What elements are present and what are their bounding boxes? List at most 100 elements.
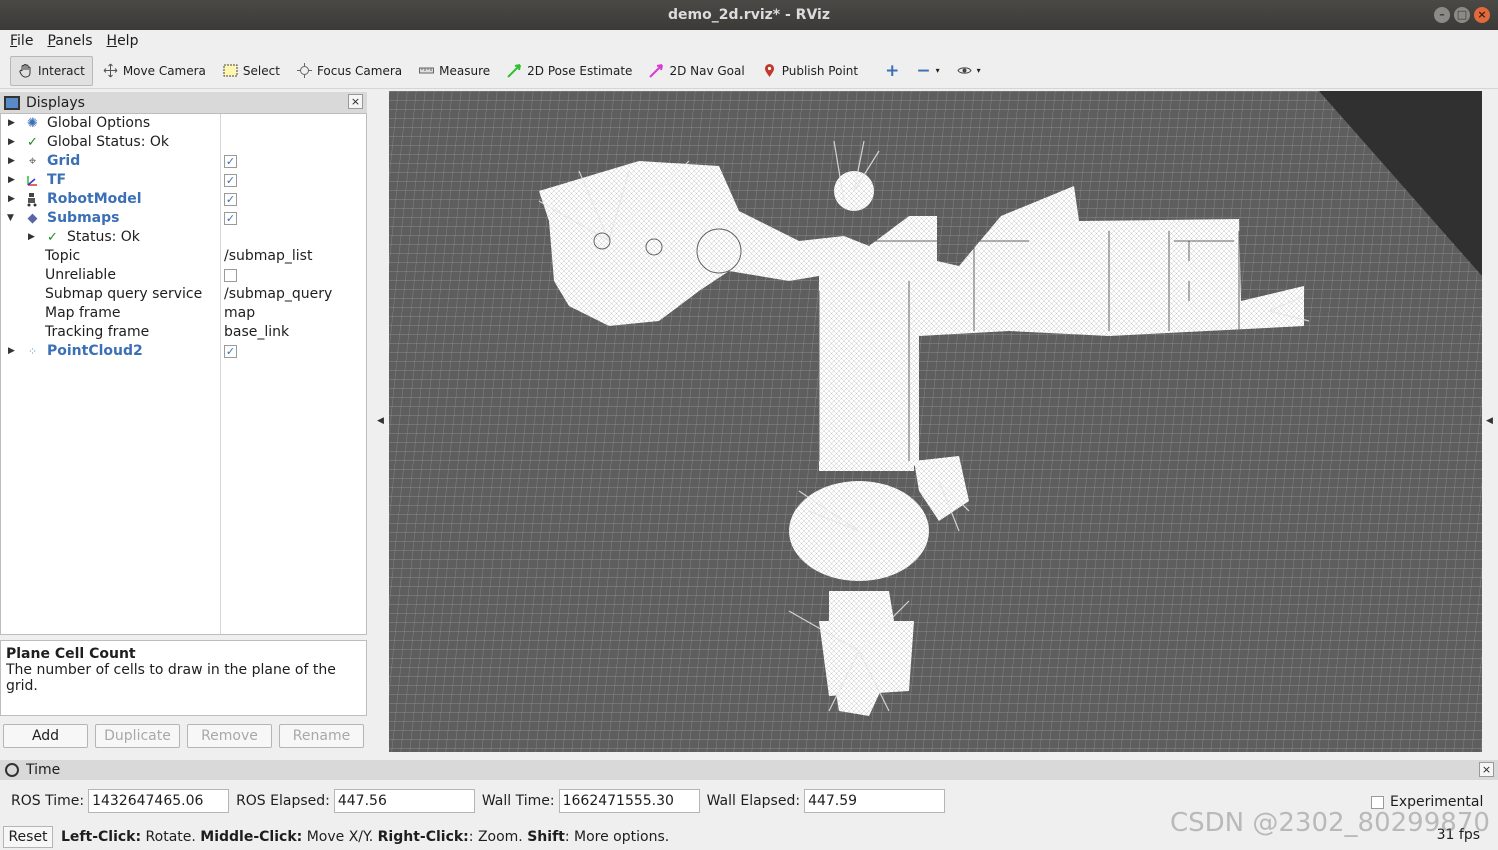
menu-file[interactable]: File (10, 33, 33, 49)
topic-value[interactable]: /submap_list (224, 247, 312, 266)
tool-label: Move Camera (122, 63, 206, 78)
tree-row-global-options[interactable]: ▶ ✺ Global Options (1, 114, 366, 133)
close-button[interactable]: × (1474, 7, 1490, 23)
expand-arrow-icon[interactable]: ▶ (8, 152, 15, 171)
hint-middle-click: Middle-Click: (200, 829, 303, 845)
tree-row-pointcloud2[interactable]: ▶ ⁘ PointCloud2 ✓ (1, 342, 366, 361)
tool-measure[interactable]: Measure (412, 56, 497, 86)
grid-enabled-checkbox[interactable]: ✓ (224, 155, 237, 168)
nav-goal-arrow-icon (649, 63, 664, 78)
hint-move: Move X/Y. (302, 829, 378, 845)
tool-publish-point[interactable]: Publish Point (755, 56, 865, 86)
prop-row-tracking-frame[interactable]: Tracking frame base_link (1, 323, 366, 342)
ros-elapsed-field[interactable]: 447.56 (333, 789, 475, 813)
tree-row-grid[interactable]: ▶ ⌖ Grid ✓ (1, 152, 366, 171)
tool-label: Interact (38, 63, 85, 78)
view-options-button[interactable]: ▾ (950, 56, 988, 86)
unreliable-checkbox[interactable] (224, 269, 237, 282)
status-hint: Left-Click: Rotate. Middle-Click: Move X… (61, 829, 669, 845)
add-button[interactable]: Add (3, 724, 88, 748)
tool-move-camera[interactable]: Move Camera (96, 56, 213, 86)
tf-enabled-checkbox[interactable]: ✓ (224, 174, 237, 187)
maximize-button[interactable]: □ (1454, 7, 1470, 23)
time-title: Time (26, 762, 61, 778)
prop-row-submap-query-service[interactable]: Submap query service /submap_query (1, 285, 366, 304)
remove-button[interactable]: Remove (187, 724, 272, 748)
time-close-button[interactable]: × (1479, 762, 1494, 777)
window-title-bar: demo_2d.rviz* - RViz – □ × (0, 0, 1498, 30)
tree-row-global-status[interactable]: ▶ ✓ Global Status: Ok (1, 133, 366, 152)
minimize-button[interactable]: – (1434, 7, 1450, 23)
experimental-checkbox[interactable] (1371, 795, 1384, 809)
pointcloud2-enabled-checkbox[interactable]: ✓ (224, 345, 237, 358)
hint-left-click: Left-Click: (61, 829, 142, 845)
tree-row-label: TF (47, 172, 67, 188)
watermark: CSDN @2302_80299870 (1170, 808, 1490, 838)
tree-row-label: Status: Ok (67, 229, 140, 245)
expand-arrow-icon[interactable]: ▶ (8, 171, 15, 190)
menu-bar: File Panels Help (0, 30, 1498, 52)
prop-label: Map frame (45, 305, 121, 321)
tree-row-tf[interactable]: ▶ TF ✓ (1, 171, 366, 190)
reset-button[interactable]: Reset (3, 826, 53, 848)
expand-arrow-icon[interactable]: ▶ (8, 133, 15, 152)
tool-label: Select (242, 63, 280, 78)
robotmodel-enabled-checkbox[interactable]: ✓ (224, 193, 237, 206)
select-icon (223, 63, 238, 78)
remove-tool-button[interactable]: − ▾ (909, 56, 946, 86)
duplicate-button[interactable]: Duplicate (95, 724, 180, 748)
tracking-frame-value[interactable]: base_link (224, 323, 289, 342)
ros-time-label: ROS Time: (11, 793, 85, 809)
tool-focus-camera[interactable]: Focus Camera (290, 56, 409, 86)
prop-label: Topic (45, 248, 81, 264)
tree-row-submaps-status[interactable]: ▶ ✓ Status: Ok (1, 228, 366, 247)
hand-icon (18, 63, 33, 78)
tool-2d-nav-goal[interactable]: 2D Nav Goal (642, 56, 751, 86)
tool-label: 2D Nav Goal (669, 63, 745, 78)
submaps-enabled-checkbox[interactable]: ✓ (224, 212, 237, 225)
prop-row-unreliable[interactable]: Unreliable (1, 266, 366, 285)
tool-interact[interactable]: Interact (10, 55, 93, 86)
menu-panels[interactable]: Panels (47, 33, 92, 49)
time-panel-header: Time × (0, 760, 1498, 780)
3d-viewport[interactable] (389, 91, 1482, 752)
expand-arrow-icon[interactable]: ▶ (8, 114, 15, 133)
pointcloud-icon: ⁘ (27, 345, 38, 358)
wall-time-field[interactable]: 1662471555.30 (558, 789, 700, 813)
collapse-right-panel-arrow-icon[interactable]: ◀ (1486, 416, 1493, 426)
collapse-left-panel-arrow-icon[interactable]: ◀ (377, 416, 384, 426)
tree-row-label: Global Status: Ok (47, 134, 170, 150)
tool-label: Publish Point (781, 63, 859, 78)
wall-time-label: Wall Time: (481, 793, 555, 809)
prop-row-topic[interactable]: Topic /submap_list (1, 247, 366, 266)
add-tool-button[interactable]: + (878, 56, 906, 86)
ros-time-field[interactable]: 1432647465.06 (88, 789, 230, 813)
tool-2d-pose-estimate[interactable]: 2D Pose Estimate (500, 56, 639, 86)
menu-help[interactable]: Help (107, 33, 139, 49)
tool-select[interactable]: Select (216, 56, 287, 86)
collapse-arrow-icon[interactable]: ▼ (7, 209, 14, 228)
clock-icon (5, 763, 19, 777)
prop-row-map-frame[interactable]: Map frame map (1, 304, 366, 323)
wall-elapsed-field[interactable]: 447.59 (804, 789, 946, 813)
tree-row-label: Grid (47, 153, 81, 169)
robot-icon (25, 192, 40, 207)
submap-query-service-value[interactable]: /submap_query (224, 285, 332, 304)
tool-label: 2D Pose Estimate (527, 63, 633, 78)
hint-more: : More options. (564, 829, 670, 845)
submaps-icon: ◆ (27, 211, 38, 226)
rename-button[interactable]: Rename (279, 724, 364, 748)
tf-axes-icon (25, 173, 40, 188)
tree-row-robotmodel[interactable]: ▶ RobotModel ✓ (1, 190, 366, 209)
tree-row-submaps[interactable]: ▼ ◆ Submaps ✓ (1, 209, 366, 228)
wall-elapsed-label: Wall Elapsed: (706, 793, 801, 809)
displays-close-button[interactable]: × (348, 94, 363, 109)
hint-zoom: : Zoom. (468, 829, 528, 845)
map-frame-value[interactable]: map (224, 304, 255, 323)
expand-arrow-icon[interactable]: ▶ (8, 342, 15, 361)
tree-row-label: Submaps (47, 210, 120, 226)
expand-arrow-icon[interactable]: ▶ (8, 190, 15, 209)
expand-arrow-icon[interactable]: ▶ (28, 228, 35, 247)
hint-right-click: Right-Click: (377, 829, 469, 845)
tool-label: Focus Camera (316, 63, 403, 78)
